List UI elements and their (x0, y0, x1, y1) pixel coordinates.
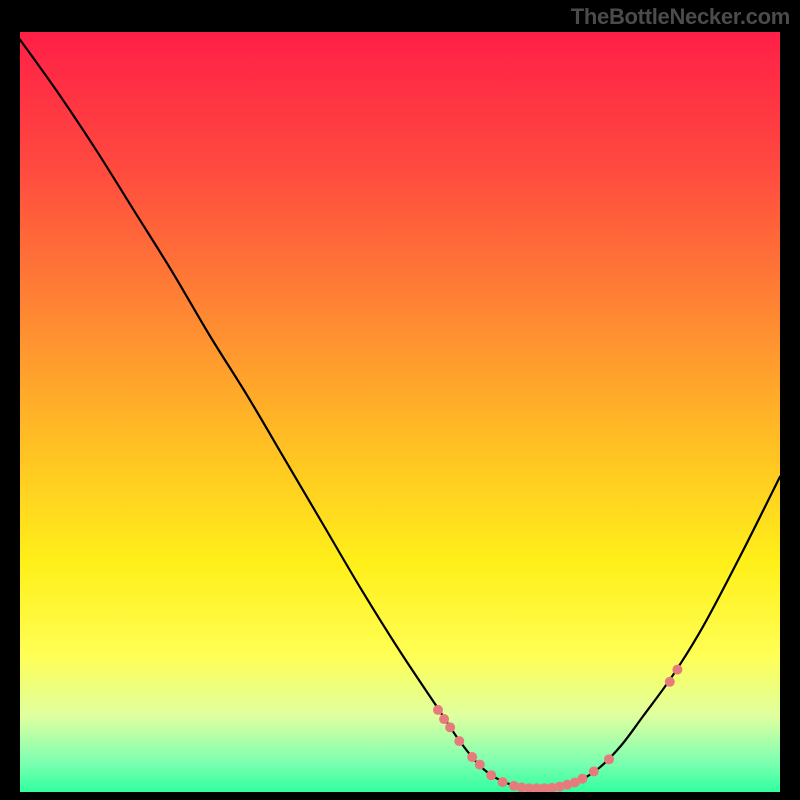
data-marker (604, 754, 614, 764)
data-marker (439, 714, 449, 724)
data-marker (498, 777, 508, 787)
data-marker (445, 722, 455, 732)
attribution-text: TheBottleNecker.com (571, 4, 790, 30)
data-marker (467, 752, 477, 762)
gradient-background (20, 32, 780, 792)
data-marker (475, 760, 485, 770)
data-marker (486, 770, 496, 780)
bottleneck-chart (20, 32, 780, 792)
chart-svg (20, 32, 780, 792)
data-marker (665, 677, 675, 687)
data-marker (577, 774, 587, 784)
data-marker (589, 766, 599, 776)
data-marker (454, 736, 464, 746)
data-marker (672, 665, 682, 675)
data-marker (433, 705, 443, 715)
